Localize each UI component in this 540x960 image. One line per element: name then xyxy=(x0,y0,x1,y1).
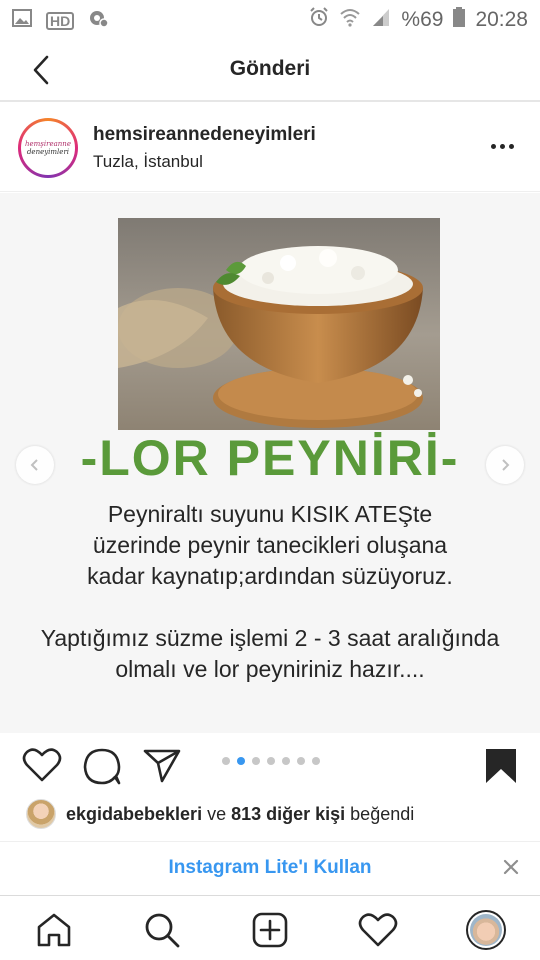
carousel-next-button[interactable] xyxy=(486,446,524,484)
more-options-button[interactable] xyxy=(488,136,516,156)
battery-icon xyxy=(453,7,466,33)
instagram-lite-banner: Instagram Lite'ı Kullan xyxy=(0,841,540,895)
nav-profile[interactable] xyxy=(466,910,506,950)
post-username[interactable]: hemsireannedeneyimleri xyxy=(93,124,316,146)
more-dot-icon xyxy=(490,143,496,149)
carousel-dot xyxy=(297,757,305,765)
carousel-dot xyxy=(282,757,290,765)
add-post-icon xyxy=(252,912,288,948)
heart-icon xyxy=(358,913,398,947)
app-header: Gönderi xyxy=(0,38,540,102)
nav-activity[interactable] xyxy=(358,910,398,950)
liker-username[interactable]: ekgidabebekleri xyxy=(66,804,202,824)
carousel-prev-button[interactable] xyxy=(16,446,54,484)
chevron-right-icon xyxy=(502,459,510,471)
carousel-dot xyxy=(222,757,230,765)
post-location[interactable]: Tuzla, İstanbul xyxy=(93,152,203,172)
hd-icon: HD xyxy=(46,12,75,30)
image-title: -LOR PEYNİRİ- xyxy=(80,430,460,486)
image-caption-paragraph: Peyniraltı suyunu KISIK ATEŞte üzerinde … xyxy=(87,501,453,589)
profile-avatar xyxy=(466,910,506,950)
carousel-dot xyxy=(252,757,260,765)
nav-search[interactable] xyxy=(142,910,182,950)
likes-suffix: beğendi xyxy=(345,804,415,824)
close-icon xyxy=(503,859,519,875)
paper-plane-icon xyxy=(143,749,181,783)
carousel-indicator xyxy=(222,757,320,765)
share-button[interactable] xyxy=(142,747,182,788)
likes-connector: ve xyxy=(202,804,232,824)
more-dot-icon xyxy=(499,143,505,149)
comment-icon xyxy=(83,748,121,785)
bookmark-icon xyxy=(486,749,516,783)
avatar-logo-text-2: deneyimleri xyxy=(26,148,70,156)
image-caption-paragraph: Yaptığımız süzme işlemi 2 - 3 saat aralı… xyxy=(40,625,500,682)
bottom-navigation xyxy=(0,895,540,960)
carousel-dot xyxy=(237,757,245,765)
image-caption: Peyniraltı suyunu KISIK ATEŞte üzerinde … xyxy=(20,499,520,716)
likes-row: ekgidabebekleri ve 813 diğer kişi beğend… xyxy=(0,797,540,833)
save-button[interactable] xyxy=(484,747,518,790)
signal-icon xyxy=(371,7,391,33)
liker-avatar[interactable] xyxy=(26,799,56,829)
image-icon xyxy=(12,9,32,33)
nav-home[interactable] xyxy=(34,910,74,950)
post-actions xyxy=(0,735,540,795)
clock: 20:28 xyxy=(475,8,528,31)
nav-new-post[interactable] xyxy=(250,910,290,950)
user-avatar[interactable]: hemşireanne deneyimleri xyxy=(18,118,78,178)
likes-count[interactable]: 813 diğer kişi xyxy=(231,804,345,824)
search-icon xyxy=(145,913,180,948)
comment-button[interactable] xyxy=(82,747,122,790)
cottage-cheese-bowl-photo xyxy=(118,218,440,430)
settings-notification-icon xyxy=(88,8,109,34)
home-icon xyxy=(37,913,71,947)
close-banner-button[interactable] xyxy=(500,856,522,878)
avatar-logo-text: hemşireanne xyxy=(25,140,71,148)
status-bar: HD %69 20:28 xyxy=(0,0,540,38)
alarm-icon xyxy=(309,7,329,33)
carousel-dot xyxy=(312,757,320,765)
post-image[interactable]: -LOR PEYNİRİ- Peyniraltı suyunu KISIK AT… xyxy=(0,193,540,733)
heart-icon xyxy=(22,748,62,782)
likes-text: ekgidabebekleri ve 813 diğer kişi beğend… xyxy=(66,804,414,825)
battery-percent: %69 xyxy=(401,8,444,31)
wifi-icon xyxy=(339,7,361,33)
carousel-dot xyxy=(267,757,275,765)
like-button[interactable] xyxy=(22,747,62,788)
post-header: hemşireanne deneyimleri hemsireannedeney… xyxy=(0,104,540,192)
instagram-lite-link[interactable]: Instagram Lite'ı Kullan xyxy=(0,857,540,879)
chevron-left-icon xyxy=(30,459,38,471)
more-dot-icon xyxy=(508,143,514,149)
page-title: Gönderi xyxy=(229,57,311,80)
